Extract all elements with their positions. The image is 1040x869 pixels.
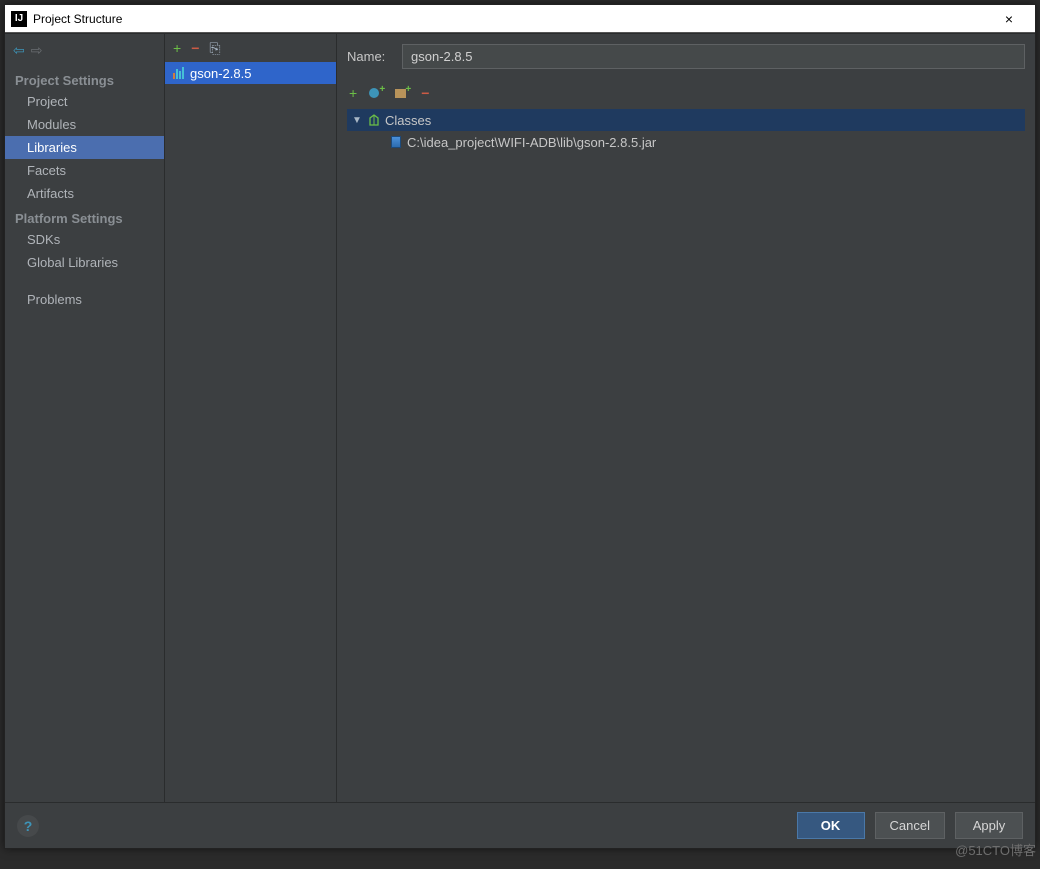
dialog-body: ⇦ ⇨ Project Settings Project Modules Lib…	[5, 33, 1035, 802]
dialog-footer: ? OK Cancel Apply	[5, 802, 1035, 848]
remove-root-icon[interactable]: −	[421, 85, 429, 101]
library-list-toolbar: + − ⎘	[165, 34, 336, 62]
add-folder-icon[interactable]: +	[395, 86, 409, 100]
library-icon	[173, 67, 184, 79]
library-name-input[interactable]	[402, 44, 1025, 69]
tree-node-jar[interactable]: C:\idea_project\WIFI-ADB\lib\gson-2.8.5.…	[347, 131, 1025, 153]
copy-library-icon[interactable]: ⎘	[209, 40, 220, 57]
titlebar: IJ Project Structure ×	[5, 5, 1035, 33]
sidebar-item-facets[interactable]: Facets	[5, 159, 164, 182]
sidebar-item-libraries[interactable]: Libraries	[5, 136, 164, 159]
add-root-icon[interactable]: +	[349, 85, 357, 101]
window-title: Project Structure	[33, 12, 989, 26]
library-detail-panel: Name: + + + − ▼ Classes C:\i	[337, 34, 1035, 802]
classes-node-label: Classes	[385, 113, 431, 128]
name-row: Name:	[347, 44, 1025, 69]
library-item-label: gson-2.8.5	[190, 66, 251, 81]
nav-history-buttons: ⇦ ⇨	[5, 40, 164, 67]
heading-platform-settings: Platform Settings	[5, 205, 164, 228]
sidebar-item-global-libraries[interactable]: Global Libraries	[5, 251, 164, 274]
help-button[interactable]: ?	[17, 815, 39, 837]
sidebar-item-problems[interactable]: Problems	[5, 288, 164, 311]
tree-node-classes[interactable]: ▼ Classes	[347, 109, 1025, 131]
apply-button[interactable]: Apply	[955, 812, 1023, 839]
ok-button[interactable]: OK	[797, 812, 865, 839]
sidebar-item-sdks[interactable]: SDKs	[5, 228, 164, 251]
project-structure-dialog: IJ Project Structure × ⇦ ⇨ Project Setti…	[4, 4, 1036, 849]
classes-node-icon	[367, 114, 381, 126]
close-button[interactable]: ×	[989, 11, 1029, 27]
heading-project-settings: Project Settings	[5, 67, 164, 90]
app-logo-icon: IJ	[11, 11, 27, 27]
sidebar-item-modules[interactable]: Modules	[5, 113, 164, 136]
library-roots-tree: ▼ Classes C:\idea_project\WIFI-ADB\lib\g…	[347, 109, 1025, 153]
sidebar-item-artifacts[interactable]: Artifacts	[5, 182, 164, 205]
forward-icon[interactable]: ⇨	[31, 42, 43, 59]
add-library-icon[interactable]: +	[173, 40, 181, 56]
settings-sidebar: ⇦ ⇨ Project Settings Project Modules Lib…	[5, 34, 165, 802]
library-list-item[interactable]: gson-2.8.5	[165, 62, 336, 84]
sidebar-item-project[interactable]: Project	[5, 90, 164, 113]
library-detail-toolbar: + + + −	[347, 81, 1025, 105]
name-label: Name:	[347, 49, 392, 64]
jar-file-icon	[389, 136, 403, 148]
add-from-maven-icon[interactable]: +	[369, 86, 383, 100]
cancel-button[interactable]: Cancel	[875, 812, 945, 839]
jar-path-label: C:\idea_project\WIFI-ADB\lib\gson-2.8.5.…	[407, 135, 656, 150]
watermark-text: @51CTO博客	[955, 840, 1036, 859]
remove-library-icon[interactable]: −	[191, 40, 199, 56]
library-list-panel: + − ⎘ gson-2.8.5	[165, 34, 337, 802]
expander-icon[interactable]: ▼	[351, 115, 363, 126]
back-icon[interactable]: ⇦	[13, 42, 25, 59]
